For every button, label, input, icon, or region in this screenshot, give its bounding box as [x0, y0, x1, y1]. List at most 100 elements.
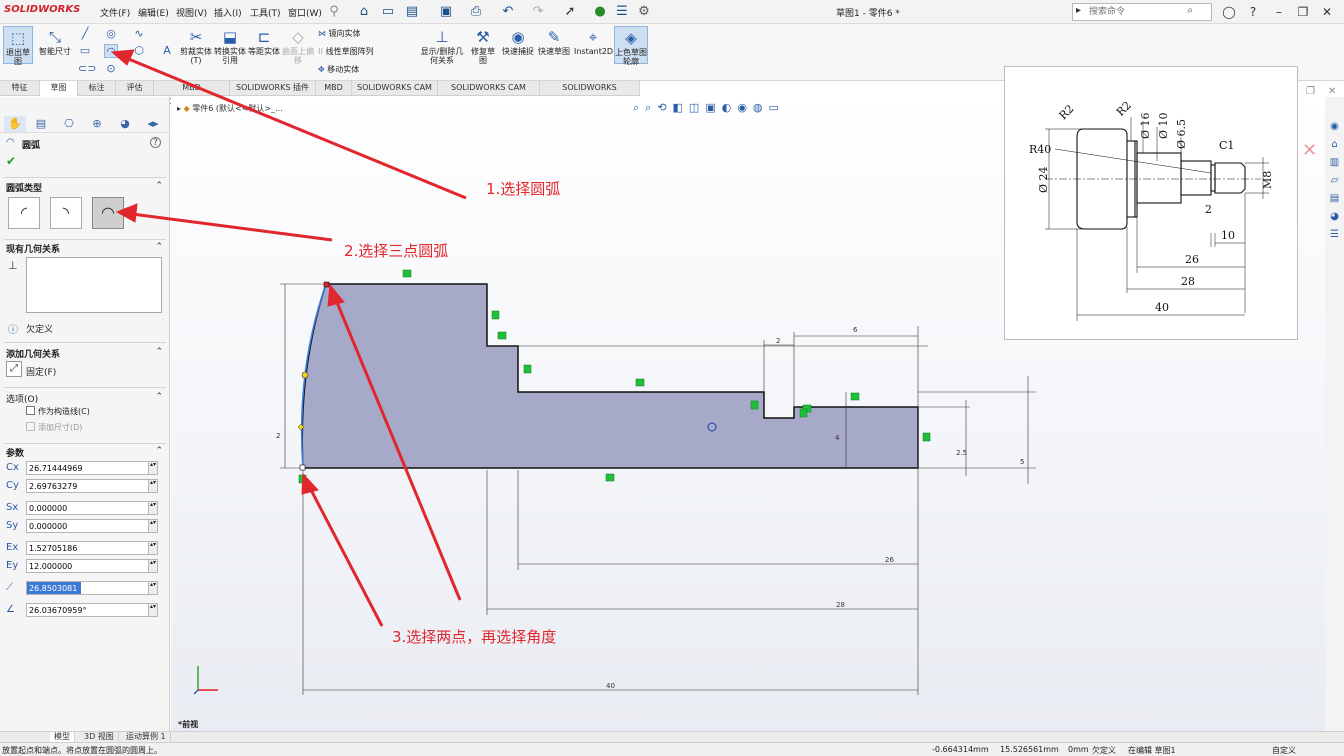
restore-button[interactable]: ❐	[1294, 3, 1312, 21]
configuration-manager-icon[interactable]: ⎔	[58, 116, 80, 132]
design-library-icon[interactable]: ▥	[1327, 155, 1342, 170]
spinner[interactable]: ▴▾	[148, 581, 158, 595]
pin-icon[interactable]: ⚲	[326, 4, 342, 20]
trim-entities-button[interactable]: ✂ 剪裁实体(T)	[180, 26, 212, 65]
spline-icon[interactable]: ∿	[132, 27, 146, 41]
spinner[interactable]: ▴▾	[148, 541, 158, 555]
options-gear-icon[interactable]: ⚙	[636, 4, 652, 20]
tab-solidworks-cam[interactable]: SOLIDWORKS CAM	[352, 81, 438, 96]
tab-evaluate[interactable]: 评估	[116, 81, 154, 96]
tab-solidworks-cam-tbm[interactable]: SOLIDWORKS CAM TBM	[438, 81, 540, 106]
status-units[interactable]: 自定义	[1272, 745, 1296, 756]
point-icon[interactable]: ⊙	[104, 62, 118, 76]
property-manager-icon[interactable]: ▤	[30, 116, 52, 132]
tab-annotation[interactable]: 标注	[78, 81, 116, 96]
select-arrow-icon[interactable]: ➚	[562, 4, 578, 20]
tab-sketch[interactable]: 草图	[40, 81, 78, 96]
collapse-chevron-icon[interactable]: ⌃	[155, 446, 163, 456]
display-delete-relations-button[interactable]: ⊥ 显示/删除几何关系	[420, 26, 464, 65]
undo-icon[interactable]: ↶	[500, 4, 516, 20]
existing-relations-list[interactable]	[26, 257, 162, 313]
tab-features[interactable]: 特征	[0, 81, 40, 96]
ok-check-icon[interactable]: ✔	[6, 154, 16, 168]
offset-entities-button[interactable]: ⊏ 等距实体	[248, 26, 280, 64]
open-folder-icon[interactable]: ▤	[404, 4, 420, 20]
fix-relation-icon[interactable]: ⤢	[6, 361, 22, 377]
restore-viewport-icon[interactable]: ❐	[1306, 86, 1315, 97]
help-icon[interactable]: ?	[1244, 3, 1262, 21]
search-icon[interactable]: ⌕	[1187, 5, 1193, 16]
menu-tools[interactable]: 工具(T)	[250, 6, 281, 19]
centerpoint-arc-button[interactable]: ◜	[8, 197, 40, 229]
line-icon[interactable]: ╱	[78, 27, 92, 41]
feature-manager-icon[interactable]: ✋	[4, 116, 26, 132]
collapse-chevron-icon[interactable]: ⌃	[155, 242, 163, 252]
menu-insert[interactable]: 插入(I)	[214, 6, 242, 19]
construction-checkbox[interactable]	[26, 406, 35, 415]
appearances-icon[interactable]: ◕	[1327, 209, 1342, 224]
new-document-icon[interactable]: ▭	[380, 4, 396, 20]
smart-dimension-button[interactable]: ⤡ 智能尺寸	[38, 26, 72, 64]
slot-icon[interactable]: ⊂⊃	[78, 62, 96, 76]
user-account-icon[interactable]: ◯	[1220, 3, 1238, 21]
dimxpert-icon[interactable]: ⊕	[86, 116, 108, 132]
file-properties-icon[interactable]: ☰	[614, 4, 630, 20]
tab-mbd[interactable]: MBD	[316, 81, 352, 96]
start-x-input[interactable]	[26, 501, 150, 515]
center-x-input[interactable]	[26, 461, 150, 475]
panel-more-icon[interactable]: ◂▸	[142, 116, 164, 132]
tab-solidworks-addins[interactable]: SOLIDWORKS 插件	[230, 81, 316, 96]
exit-sketch-button[interactable]: ⬚ 退出草图	[3, 26, 33, 66]
spinner[interactable]: ▴▾	[148, 461, 158, 475]
end-y-input[interactable]	[26, 559, 150, 573]
quick-snaps-button[interactable]: ◉ 快速捕捉	[502, 26, 534, 64]
file-explorer-icon[interactable]: ▱	[1327, 173, 1342, 188]
angle-input[interactable]	[26, 603, 150, 617]
rebuild-icon[interactable]: ●	[592, 4, 608, 20]
collapse-chevron-icon[interactable]: ⌃	[155, 181, 163, 191]
convert-entities-button[interactable]: ⬓ 转换实体引用	[214, 26, 246, 65]
repair-sketch-button[interactable]: ⚒ 修复草图	[468, 26, 498, 65]
shaded-sketch-contours-button[interactable]: ◈ 上色草图轮廓	[614, 26, 648, 66]
solidworks-resources-icon[interactable]: ◉	[1327, 119, 1342, 134]
spinner[interactable]: ▴▾	[148, 501, 158, 515]
print-icon[interactable]: ⎙	[468, 4, 484, 20]
spinner[interactable]: ▴▾	[148, 479, 158, 493]
tab-mbd-dimensions[interactable]: MBD Dimensions	[154, 81, 230, 106]
rectangle-icon[interactable]: ▭	[78, 44, 92, 58]
home-icon[interactable]: ⌂	[356, 4, 372, 20]
surface-offset-button[interactable]: ◇ 曲面上偏移	[282, 26, 314, 65]
three-point-arc-button[interactable]: ◠	[92, 197, 124, 229]
close-viewport-icon[interactable]: ✕	[1328, 86, 1336, 97]
circle-icon[interactable]: ◎	[104, 27, 118, 41]
radius-input[interactable]	[26, 581, 150, 595]
polygon-icon[interactable]: ⬡	[132, 44, 146, 58]
cancel-sketch-icon[interactable]: ✕	[1302, 140, 1317, 161]
tab-solidworks-inspection[interactable]: SOLIDWORKS Inspection	[540, 81, 640, 106]
menu-edit[interactable]: 编辑(E)	[138, 6, 169, 19]
home-icon[interactable]: ⌂	[1327, 137, 1342, 152]
fix-relation-label[interactable]: 固定(F)	[26, 365, 56, 378]
feature-tree-flyout[interactable]: ▸ ◆ 零件6 (默认<<默认>_...	[177, 103, 283, 114]
menu-file[interactable]: 文件(F)	[100, 6, 130, 19]
save-icon[interactable]: ▣	[438, 4, 454, 20]
close-button[interactable]: ✕	[1318, 3, 1336, 21]
view-palette-icon[interactable]: ▤	[1327, 191, 1342, 206]
search-input[interactable]	[1073, 4, 1173, 20]
spinner[interactable]: ▴▾	[148, 519, 158, 533]
collapse-chevron-icon[interactable]: ⌃	[155, 392, 163, 402]
search-command-box[interactable]: ▸ ⌕	[1072, 3, 1212, 21]
tangent-arc-button[interactable]: ◝	[50, 197, 82, 229]
minimize-button[interactable]: –	[1270, 3, 1288, 21]
linear-pattern-button[interactable]: ⁝⁝ 线性草图阵列	[318, 46, 374, 57]
help-icon[interactable]: ?	[150, 137, 161, 148]
heads-up-view-toolbar[interactable]: ⌕⌕⟲◧◫▣◐◉◍▭	[633, 101, 785, 115]
spinner[interactable]: ▴▾	[148, 603, 158, 617]
spinner[interactable]: ▴▾	[148, 559, 158, 573]
collapse-chevron-icon[interactable]: ⌃	[155, 347, 163, 357]
arc-tool-icon[interactable]: ◠	[104, 44, 118, 58]
menu-window[interactable]: 窗口(W)	[288, 6, 322, 19]
text-icon[interactable]: A	[160, 44, 174, 58]
custom-properties-icon[interactable]: ☰	[1327, 227, 1342, 242]
rapid-sketch-button[interactable]: ✎ 快速草图	[538, 26, 570, 64]
